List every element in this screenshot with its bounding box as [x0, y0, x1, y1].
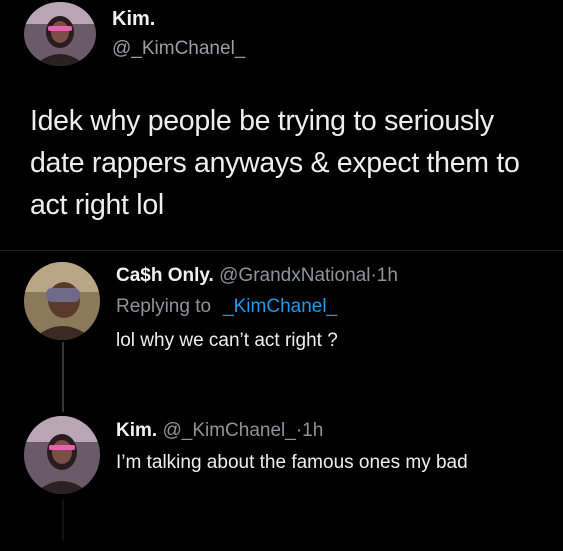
profile-photo-icon — [24, 2, 96, 66]
divider — [0, 250, 563, 251]
reply-1-time[interactable]: 1h — [377, 265, 398, 286]
reply-1-header: Ca$h Only. @GrandxNational·1h — [116, 265, 398, 287]
reply-1-author-handle[interactable]: @GrandxNational — [219, 265, 370, 286]
thread-connector-line — [62, 500, 64, 540]
reply-1-author-name[interactable]: Ca$h Only. — [116, 265, 214, 286]
reply-2-text: I’m talking about the famous ones my bad — [116, 452, 468, 473]
reply-1-text: lol why we can’t act right ? — [116, 330, 338, 351]
main-tweet-text: Idek why people be trying to seriously d… — [30, 105, 520, 221]
reply-2-header: Kim. @_KimChanel_·1h — [116, 420, 323, 442]
thread-connector-line — [62, 342, 64, 412]
avatar-cash-only[interactable] — [24, 262, 100, 340]
reply-2-author-handle[interactable]: @_KimChanel_ — [162, 420, 295, 441]
reply-2-time[interactable]: 1h — [302, 420, 323, 441]
avatar-kim-main[interactable] — [24, 2, 96, 66]
replying-to-label: Replying to — [116, 296, 212, 317]
main-tweet-author-name[interactable]: Kim. — [112, 8, 155, 31]
profile-photo-icon — [24, 262, 100, 340]
reply-1-replying-to: Replying to _KimChanel_ — [116, 296, 337, 318]
main-tweet-author-handle[interactable]: @_KimChanel_ — [112, 38, 245, 60]
avatar-kim-reply[interactable] — [24, 416, 100, 494]
profile-photo-icon — [24, 416, 100, 494]
replying-to-mention-link[interactable]: _KimChanel_ — [223, 296, 337, 317]
reply-2-author-name[interactable]: Kim. — [116, 420, 157, 441]
